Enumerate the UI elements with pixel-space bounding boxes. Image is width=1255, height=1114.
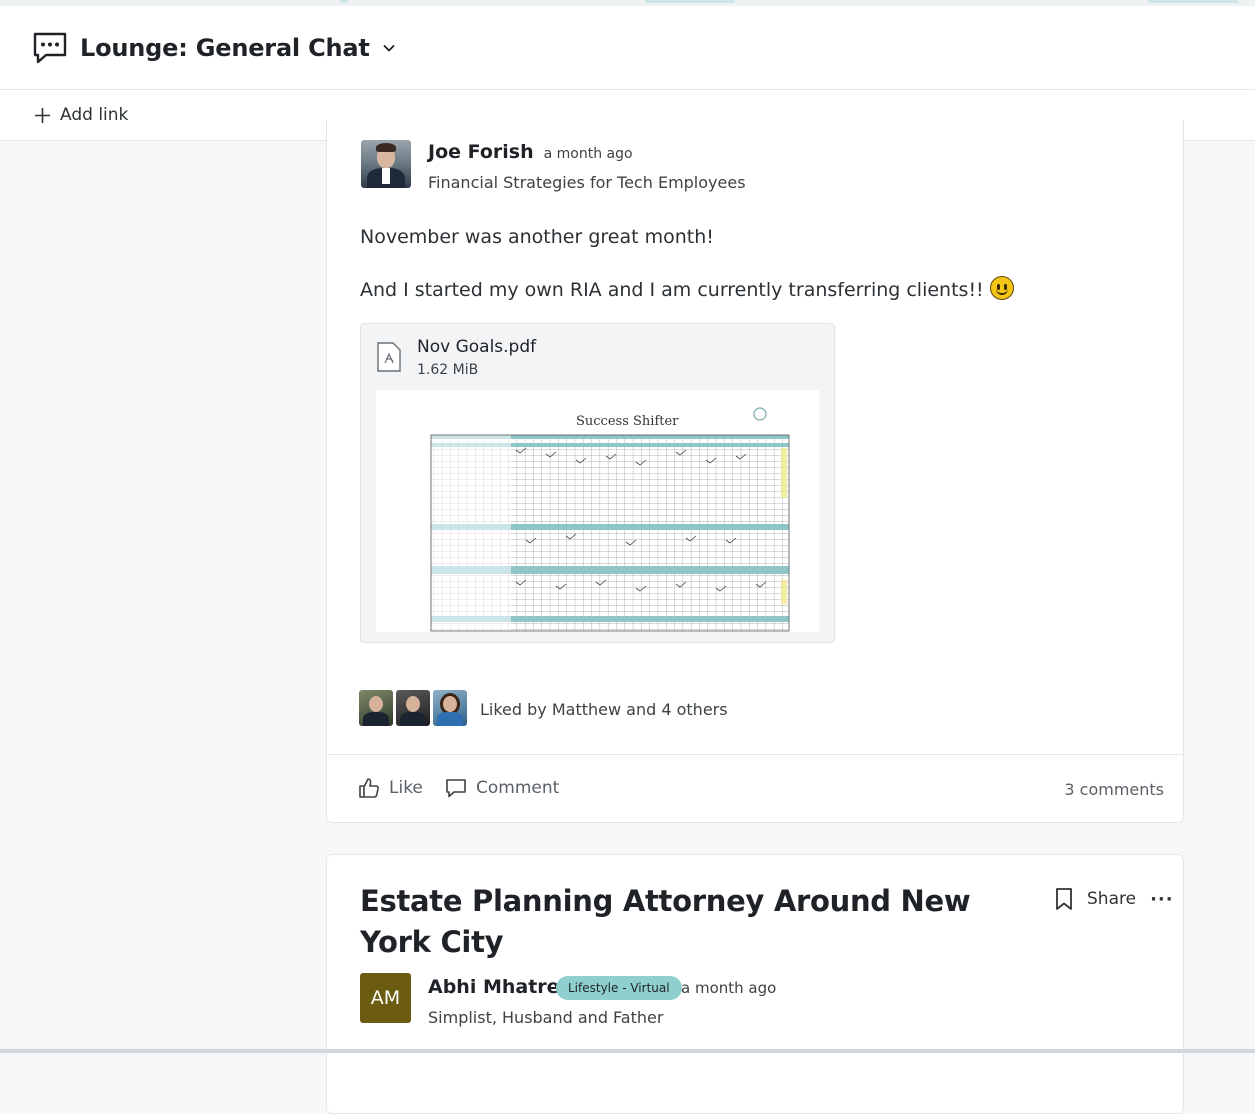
likers-avatars[interactable] [359, 690, 467, 726]
author-subtitle: Financial Strategies for Tech Employees [428, 173, 746, 192]
avatar[interactable] [359, 690, 393, 726]
post-author[interactable]: Abhi Mhatre [428, 976, 560, 998]
channel-title[interactable]: Lounge: General Chat [80, 34, 370, 62]
plus-icon [34, 107, 51, 124]
add-link-label: Add link [60, 105, 128, 125]
chat-bubble-icon [32, 31, 68, 65]
pdf-preview[interactable]: Success Shifter [376, 390, 819, 632]
post-author[interactable]: Joe Forish a month ago [428, 141, 633, 163]
share-button[interactable]: Share [1087, 889, 1136, 909]
file-size: 1.62 MiB [417, 362, 478, 378]
channel-header: Lounge: General Chat [0, 6, 1255, 90]
like-label: Like [389, 778, 423, 798]
post-card: Estate Planning Attorney Around New York… [326, 854, 1184, 1114]
more-options-icon[interactable]: ··· [1150, 889, 1174, 910]
post-paragraph-text: And I started my own RIA and I am curren… [360, 279, 984, 301]
chevron-down-icon[interactable] [382, 41, 396, 55]
top-strip-segment [645, 0, 735, 3]
liked-by-text[interactable]: Liked by Matthew and 4 others [480, 700, 728, 719]
avatar[interactable] [361, 140, 411, 188]
like-button[interactable]: Like [358, 777, 423, 799]
post-time: a month ago [681, 979, 776, 997]
author-subtitle: Simplist, Husband and Father [428, 1008, 663, 1027]
author-name[interactable]: Joe Forish [428, 141, 534, 163]
top-strip-segment [1148, 0, 1238, 3]
avatar[interactable] [433, 690, 467, 726]
pdf-attachment[interactable]: Nov Goals.pdf 1.62 MiB Success Shifter [360, 323, 835, 643]
file-name[interactable]: Nov Goals.pdf [417, 337, 536, 357]
comment-label: Comment [476, 778, 559, 798]
bottom-strip [0, 1049, 1255, 1053]
post-title[interactable]: Estate Planning Attorney Around New York… [360, 881, 1010, 963]
smiley-emoji-icon [990, 276, 1014, 300]
post-paragraph: And I started my own RIA and I am curren… [360, 276, 1014, 301]
thumbs-up-icon [358, 777, 380, 799]
pdf-file-icon [376, 341, 402, 373]
divider [327, 754, 1183, 755]
comments-count-link[interactable]: 3 comments [1064, 780, 1164, 799]
comment-icon [445, 777, 467, 799]
post-actions: Share ··· [1054, 887, 1174, 911]
category-badge[interactable]: Lifestyle - Virtual [556, 976, 682, 1000]
bookmark-icon[interactable] [1054, 887, 1074, 911]
post-paragraph: November was another great month! [360, 226, 714, 248]
goal-tracker-sheet [376, 390, 819, 632]
post-card: Joe Forish a month ago Financial Strategi… [326, 120, 1184, 823]
avatar[interactable]: AM [360, 973, 411, 1023]
top-strip-segment [340, 0, 348, 3]
avatar[interactable] [396, 690, 430, 726]
post-time: a month ago [544, 146, 633, 162]
comment-button[interactable]: Comment [445, 777, 559, 799]
